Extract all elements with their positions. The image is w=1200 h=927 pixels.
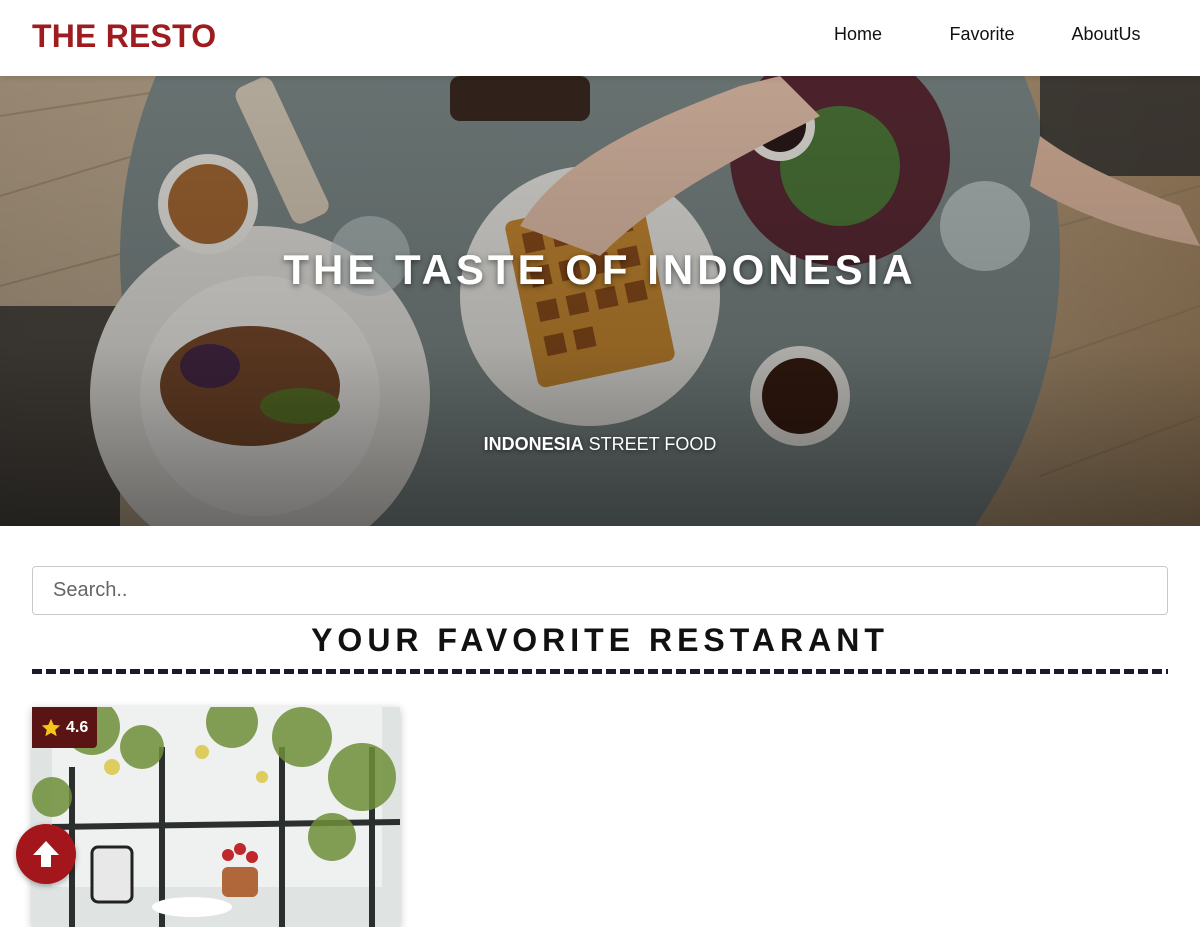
main-nav: Home Favorite AboutUs [796, 0, 1168, 68]
scroll-to-top-button[interactable] [16, 824, 76, 884]
rating-badge: 4.6 [32, 707, 98, 748]
arrow-up-icon [33, 841, 59, 867]
app-header: THE RESTO Home Favorite AboutUs [0, 0, 1200, 76]
search-input[interactable] [32, 566, 1168, 615]
rating-value: 4.6 [66, 718, 89, 736]
hero-tagline-bold: INDONESIA [483, 434, 584, 454]
hero-banner: THE TASTE OF INDONESIA INDONESIA STREET … [0, 76, 1200, 526]
nav-favorite[interactable]: Favorite [920, 24, 1044, 45]
star-icon [41, 718, 61, 736]
nav-home[interactable]: Home [796, 24, 920, 45]
hero-title: THE TASTE OF INDONESIA [283, 246, 917, 293]
restaurant-card[interactable]: 4.6 [32, 707, 400, 927]
hero-overlay [0, 76, 1200, 526]
section-title: YOUR FAVORITE RESTARANT [311, 622, 889, 658]
brand-logo[interactable]: THE RESTO [32, 18, 216, 55]
section-divider [32, 669, 1168, 674]
hero-tagline: INDONESIA STREET FOOD [0, 434, 1200, 455]
hero-tagline-rest: STREET FOOD [583, 434, 717, 454]
nav-about-us[interactable]: AboutUs [1044, 24, 1168, 45]
